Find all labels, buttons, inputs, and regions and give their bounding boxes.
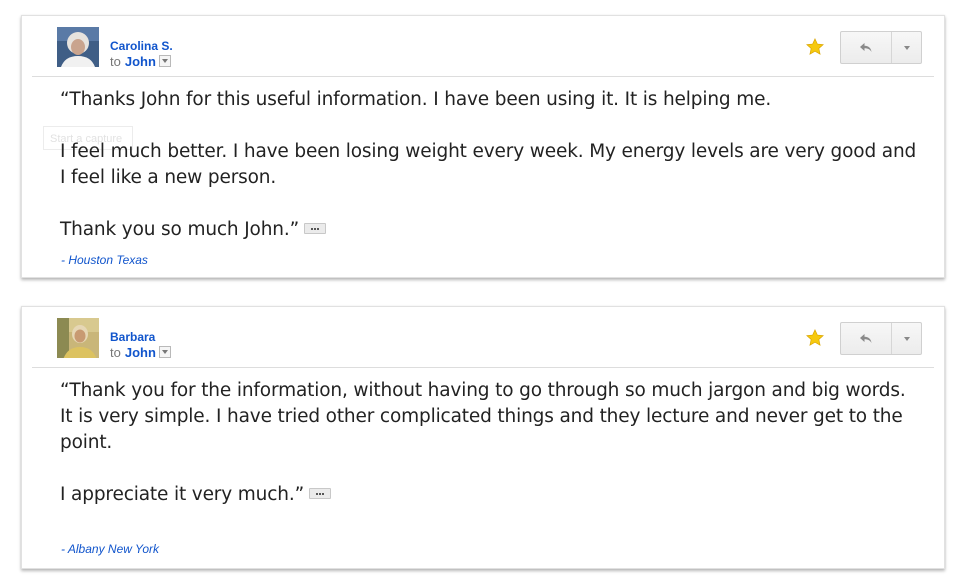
recipient-line: to John <box>110 54 171 69</box>
recipient-name[interactable]: John <box>125 54 156 69</box>
reply-arrow-icon <box>860 43 872 52</box>
reply-button[interactable] <box>841 32 892 63</box>
message-paragraph-text: Thank you so much John.” <box>60 219 300 240</box>
reply-button[interactable] <box>841 323 892 354</box>
message-paragraph-last: I appreciate it very much.” <box>60 482 920 508</box>
reply-button-group <box>840 31 922 64</box>
star-icon[interactable] <box>805 328 825 348</box>
sender-name[interactable]: Barbara <box>110 330 155 344</box>
message-card: Barbara to John “Thank you for the inform… <box>21 306 945 569</box>
sender-location: - Albany New York <box>61 542 160 556</box>
sender-name[interactable]: Carolina S. <box>110 39 173 53</box>
recipient-line: to John <box>110 345 171 360</box>
header-divider <box>32 367 934 368</box>
reply-button-group <box>840 322 922 355</box>
details-dropdown-icon[interactable] <box>158 346 171 358</box>
star-icon[interactable] <box>805 37 825 57</box>
message-body: “Thanks John for this useful information… <box>60 87 920 243</box>
message-card: Carolina S. to John Start a capture “Than… <box>21 15 945 278</box>
show-trimmed-content-icon[interactable] <box>309 487 332 499</box>
recipient-name[interactable]: John <box>125 345 156 360</box>
more-options-button[interactable] <box>892 323 921 354</box>
message-paragraph-text: I appreciate it very much.” <box>60 484 305 505</box>
message-paragraph: I feel much better. I have been losing w… <box>60 141 917 188</box>
message-paragraph-last: Thank you so much John.” <box>60 217 920 243</box>
message-paragraph: “Thank you for the information, without … <box>60 380 906 453</box>
to-label: to <box>110 345 121 360</box>
reply-arrow-icon <box>860 334 872 343</box>
sender-location: - Houston Texas <box>61 253 148 267</box>
message-paragraph: “Thanks John for this useful information… <box>60 89 772 110</box>
to-label: to <box>110 54 121 69</box>
more-options-button[interactable] <box>892 32 921 63</box>
sender-avatar[interactable] <box>57 27 99 67</box>
details-dropdown-icon[interactable] <box>158 55 171 67</box>
sender-avatar[interactable] <box>57 318 99 358</box>
message-body: “Thank you for the information, without … <box>60 378 920 508</box>
show-trimmed-content-icon[interactable] <box>304 222 327 234</box>
header-divider <box>32 76 934 77</box>
